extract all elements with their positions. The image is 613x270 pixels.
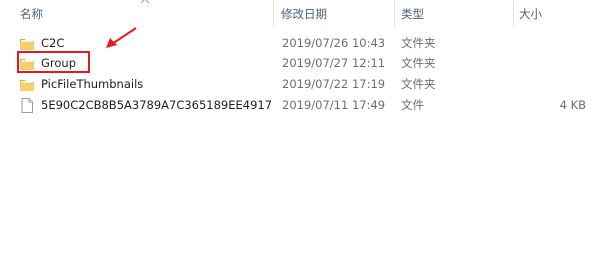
file-name[interactable]: 5E90C2CB8B5A3789A7C365189EE4917 [41, 95, 272, 116]
column-divider[interactable] [513, 0, 514, 28]
column-divider[interactable] [394, 0, 395, 28]
file-type: 文件夹 [401, 36, 436, 50]
file-size [520, 33, 586, 54]
file-name[interactable]: PicFileThumbnails [41, 74, 143, 95]
column-header-size[interactable]: 大小 [519, 0, 542, 28]
file-type: 文件夹 [401, 77, 436, 91]
file-type: 文件夹 [401, 56, 436, 70]
file-row[interactable]: 5E90C2CB8B5A3789A7C365189EE4917 2019/07/… [0, 95, 613, 116]
highlight-box [17, 51, 90, 73]
folder-icon [20, 80, 34, 91]
file-type: 文件 [401, 98, 424, 112]
folder-icon [20, 39, 34, 50]
file-modified: 2019/07/11 17:49 [282, 98, 386, 112]
file-size: 4 KB [559, 98, 586, 112]
annotation-arrow-icon [106, 27, 137, 48]
file-modified: 2019/07/26 10:43 [282, 36, 386, 50]
file-row[interactable]: Group 2019/07/27 12:11 文件夹 [0, 53, 613, 74]
column-header-modified[interactable]: 修改日期 [281, 0, 327, 28]
file-size [520, 53, 586, 74]
column-header-bar: 名称 修改日期 类型 大小 [0, 0, 613, 28]
file-modified: 2019/07/22 17:19 [282, 77, 386, 91]
file-modified: 2019/07/27 12:11 [282, 56, 386, 70]
file-size [520, 74, 586, 95]
file-row[interactable]: PicFileThumbnails 2019/07/22 17:19 文件夹 [0, 74, 613, 95]
column-divider[interactable] [273, 0, 274, 28]
file-icon [21, 98, 33, 113]
file-row[interactable]: C2C 2019/07/26 10:43 文件夹 [0, 33, 613, 54]
sort-ascending-icon [140, 0, 150, 4]
column-header-type[interactable]: 类型 [401, 0, 424, 28]
file-list-view: 名称 修改日期 类型 大小 C2C 2019/07/26 10:43 文件夹 G… [0, 0, 613, 270]
column-header-name[interactable]: 名称 [20, 0, 43, 28]
